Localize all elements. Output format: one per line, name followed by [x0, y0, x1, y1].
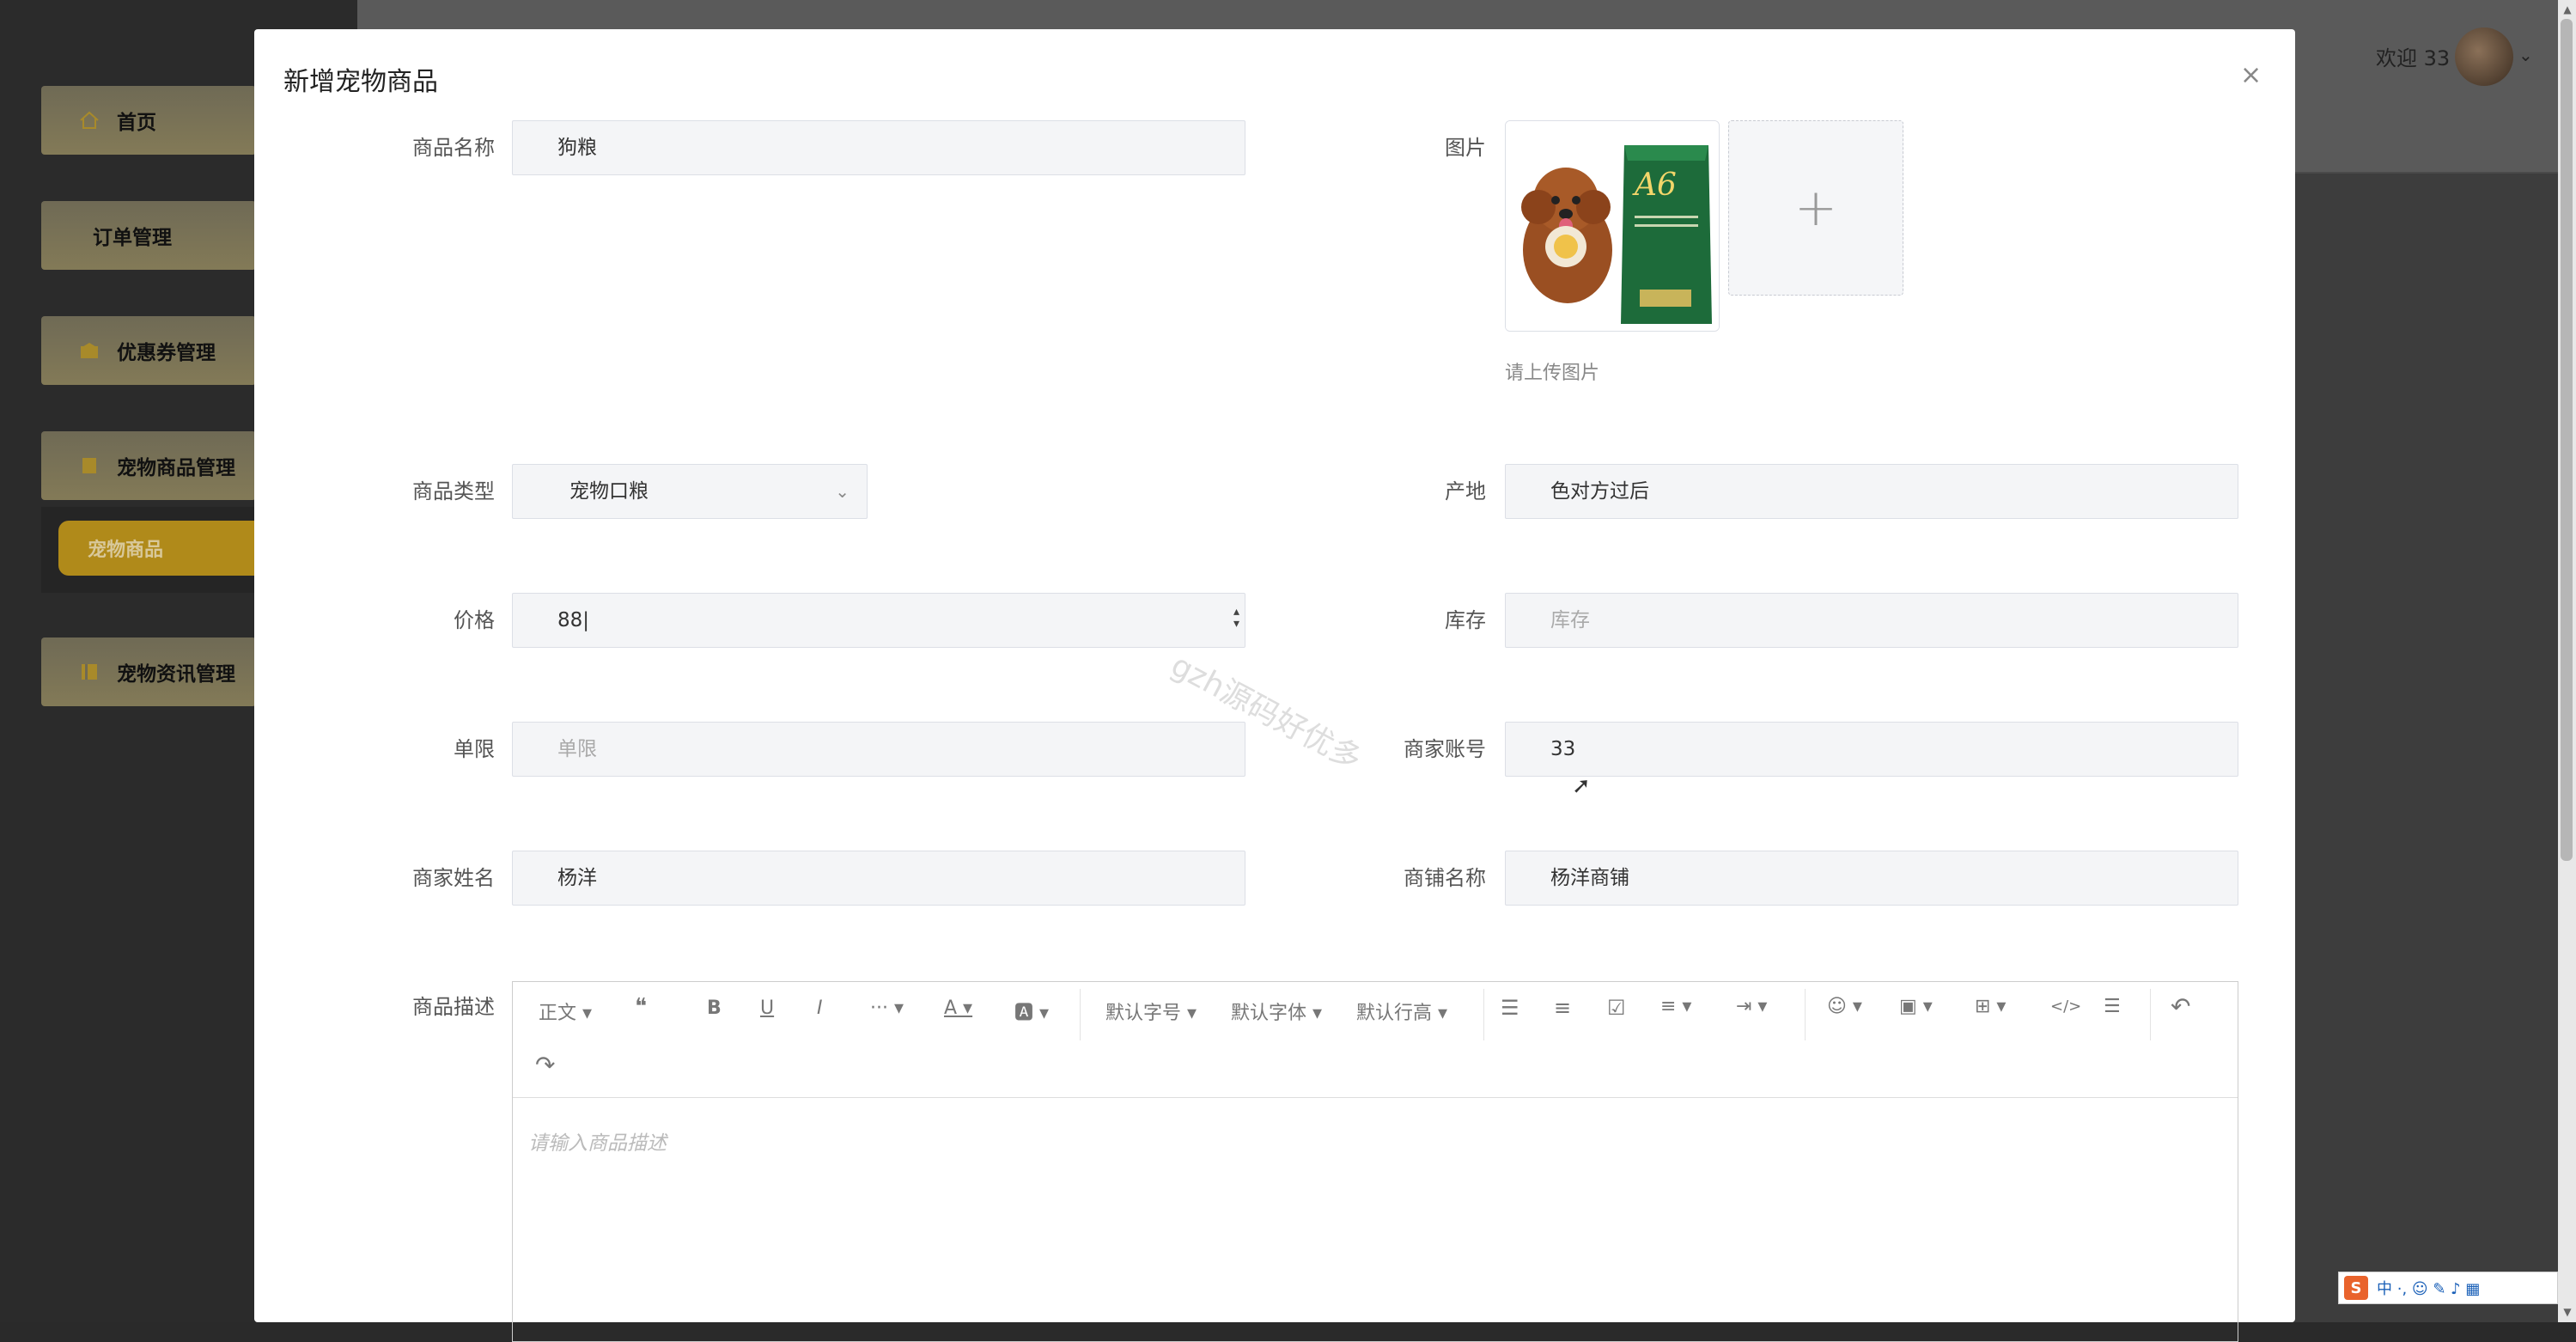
- description-label: 商品描述: [412, 995, 495, 1019]
- name-label: 商品名称: [412, 136, 495, 160]
- toolbar-divider: [1080, 989, 1081, 1040]
- sidebar-item-label: 订单管理: [93, 227, 172, 249]
- font-family-select[interactable]: 默认字体 ▾: [1231, 997, 1322, 1025]
- merchant-name-input[interactable]: 杨洋: [512, 851, 1245, 906]
- upload-image-button[interactable]: +: [1728, 120, 1903, 296]
- more-styles-button[interactable]: ··· ▾: [870, 997, 904, 1019]
- merchant-account-label: 商家账号: [1404, 737, 1486, 761]
- goods-type-value: 宠物口粮: [569, 480, 649, 503]
- origin-label: 产地: [1445, 479, 1486, 503]
- insert-image-icon[interactable]: ▣ ▾: [1899, 996, 1933, 1017]
- sidebar-item-pet-news[interactable]: 宠物资讯管理: [41, 637, 256, 706]
- ime-logo-icon: S: [2344, 1276, 2368, 1300]
- paragraph-format-button[interactable]: 正文 ▾: [539, 997, 592, 1025]
- avatar[interactable]: [2455, 27, 2513, 86]
- chevron-down-icon[interactable]: ⌄: [2518, 45, 2533, 65]
- quote-icon[interactable]: ❝: [635, 994, 647, 1020]
- scroll-down-icon[interactable]: ▼: [2560, 1304, 2575, 1320]
- dialog-title: 新增宠物商品: [283, 67, 438, 97]
- description-editor[interactable]: 正文 ▾ ❝ B U I ··· ▾ A ▾ 🅰 ▾ 默认字号 ▾ 默认字体 ▾…: [512, 981, 2238, 1342]
- background-color-icon[interactable]: 🅰 ▾: [1014, 997, 1049, 1025]
- italic-icon[interactable]: I: [817, 997, 823, 1019]
- add-pet-goods-dialog: 新增宠物商品 × 商品名称 狗粮 图片 A6 + 请上传图片 商品类型 宠物口粮…: [254, 29, 2295, 1342]
- close-icon[interactable]: ×: [2240, 60, 2262, 90]
- toolbar-divider: [2150, 989, 2151, 1040]
- chevron-down-icon: ⌄: [835, 481, 850, 502]
- sidebar-item-label: 优惠券管理: [117, 342, 216, 364]
- goods-icon: [82, 458, 96, 473]
- svg-text:A6: A6: [1632, 168, 1677, 203]
- stock-label: 库存: [1445, 608, 1486, 632]
- goods-name-input[interactable]: 狗粮: [512, 120, 1245, 175]
- home-icon: [80, 111, 99, 129]
- table-icon[interactable]: ⊞ ▾: [1975, 996, 2006, 1017]
- dog-food-image: A6: [1506, 121, 1719, 331]
- limit-input[interactable]: 单限: [512, 722, 1245, 777]
- font-size-select[interactable]: 默认字号 ▾: [1105, 997, 1197, 1025]
- welcome-text: 欢迎 33: [2376, 46, 2451, 70]
- number-spinner-icon[interactable]: ▴ ▾: [1233, 606, 1239, 630]
- line-height-select[interactable]: 默认行高 ▾: [1356, 997, 1447, 1025]
- emoji-icon[interactable]: ☺ ▾: [1827, 996, 1862, 1017]
- toolbar-divider: [1483, 989, 1484, 1040]
- ime-toolbar[interactable]: S 中 ·, ☺ ✎ ♪ ▦: [2338, 1272, 2558, 1304]
- align-icon[interactable]: ≡ ▾: [1660, 996, 1691, 1017]
- merchant-account-input[interactable]: 33: [1505, 722, 2238, 777]
- numbered-list-icon[interactable]: ≡: [1554, 996, 1571, 1020]
- price-value: 88|: [557, 609, 590, 631]
- sidebar-item-label: 宠物资讯管理: [117, 663, 235, 686]
- mouse-cursor-icon: ➚: [1572, 773, 1591, 799]
- bullet-list-icon[interactable]: ☰: [1501, 996, 1519, 1020]
- news-icon: [82, 664, 97, 680]
- shop-name-input[interactable]: 杨洋商铺: [1505, 851, 2238, 906]
- code-icon[interactable]: </>: [2050, 997, 2081, 1016]
- type-label: 商品类型: [412, 479, 495, 503]
- bold-icon[interactable]: B: [707, 997, 722, 1019]
- redo-icon[interactable]: ↷: [535, 1051, 555, 1079]
- todo-checkbox-icon[interactable]: ☑: [1607, 996, 1626, 1020]
- stock-input[interactable]: 库存: [1505, 593, 2238, 648]
- sidebar-item-coupons[interactable]: 优惠券管理: [41, 316, 256, 385]
- merchant-name-label: 商家姓名: [412, 866, 495, 890]
- price-input[interactable]: 88| ▴ ▾: [512, 593, 1245, 648]
- divider-line-icon[interactable]: ☰: [2104, 996, 2121, 1017]
- origin-input[interactable]: 色对方过后: [1505, 464, 2238, 519]
- shop-name-label: 商铺名称: [1404, 866, 1486, 890]
- sidebar-item-home[interactable]: 首页: [41, 86, 256, 155]
- coupon-icon: [81, 343, 98, 358]
- indent-icon[interactable]: ⇥ ▾: [1736, 996, 1767, 1017]
- undo-icon[interactable]: ↶: [2171, 992, 2190, 1021]
- goods-type-select[interactable]: 宠物口粮 ⌄: [512, 464, 868, 519]
- sidebar-subitem-pet-goods[interactable]: 宠物商品: [58, 521, 265, 576]
- upload-hint: 请上传图片: [1505, 363, 1600, 384]
- scroll-up-icon[interactable]: ▲: [2560, 2, 2575, 17]
- sidebar-item-label: 首页: [117, 112, 156, 134]
- image-label: 图片: [1445, 136, 1486, 160]
- sidebar-item-label: 宠物商品管理: [117, 457, 235, 479]
- limit-label: 单限: [454, 737, 495, 761]
- description-placeholder: 请输入商品描述: [528, 1132, 667, 1155]
- uploaded-image[interactable]: A6: [1505, 120, 1720, 332]
- sidebar-item-pet-goods[interactable]: 宠物商品管理: [41, 431, 256, 500]
- sidebar-item-orders[interactable]: 订单管理: [41, 201, 256, 270]
- font-color-icon[interactable]: A ▾: [944, 997, 972, 1019]
- toolbar-divider: [1805, 989, 1806, 1040]
- editor-toolbar: 正文 ▾ ❝ B U I ··· ▾ A ▾ 🅰 ▾ 默认字号 ▾ 默认字体 ▾…: [513, 982, 2238, 1098]
- underline-icon[interactable]: U: [760, 997, 774, 1019]
- ime-status: 中 ·, ☺ ✎ ♪ ▦: [2377, 1280, 2481, 1298]
- scrollbar-thumb[interactable]: [2561, 19, 2573, 861]
- price-label: 价格: [454, 608, 495, 632]
